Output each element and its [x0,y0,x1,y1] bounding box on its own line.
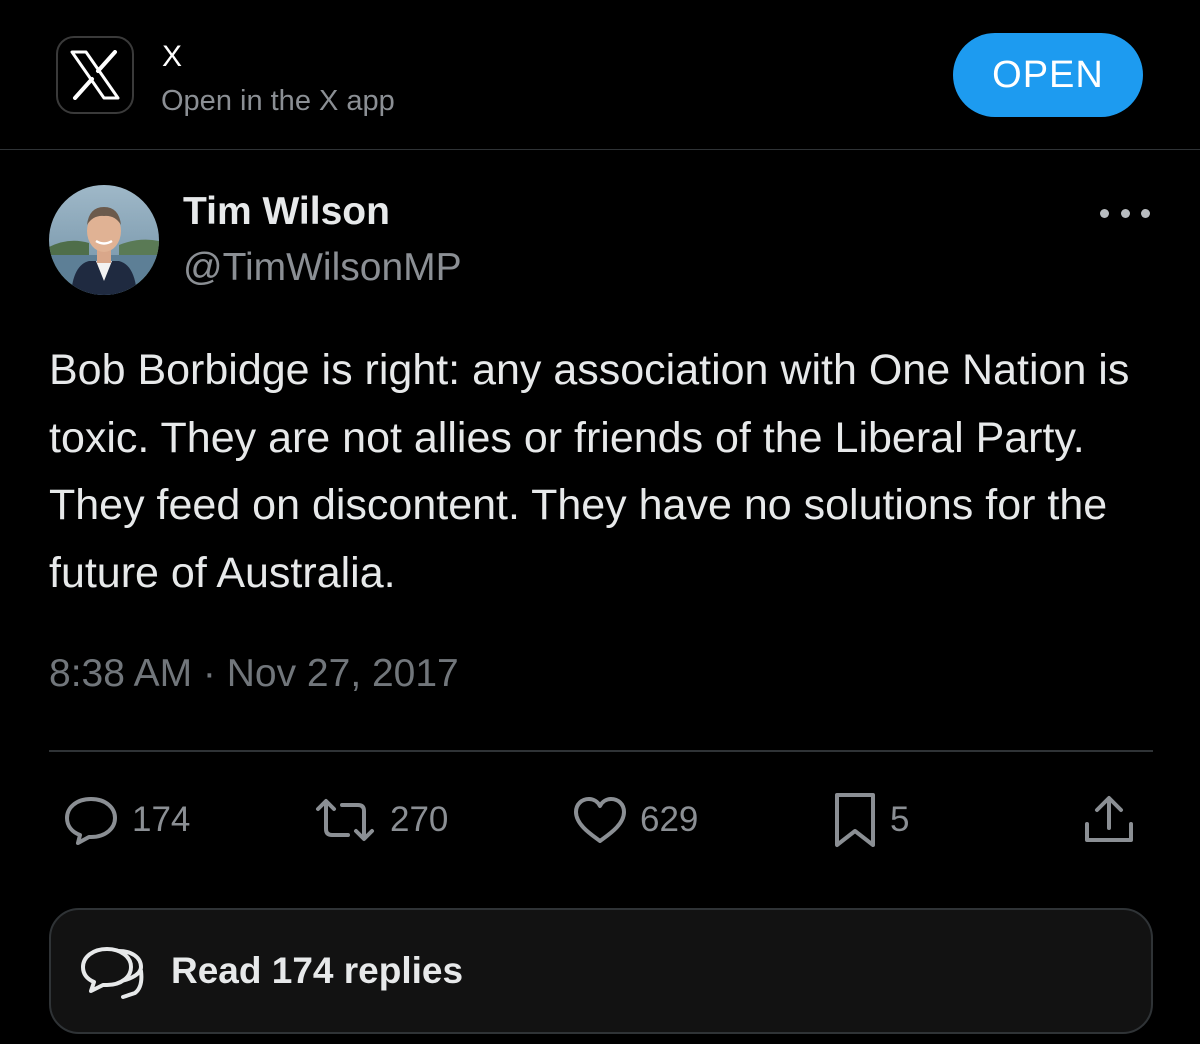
heart-icon [572,795,628,845]
reply-count: 174 [132,800,191,839]
open-app-button[interactable]: OPEN [953,33,1143,117]
read-replies-button[interactable]: Read 174 replies [49,908,1153,1034]
bookmark-button[interactable]: 5 [832,790,909,850]
share-icon [1083,794,1135,846]
repost-icon [312,795,378,845]
bookmark-icon [832,791,878,849]
author-name[interactable]: Tim Wilson [183,190,390,234]
more-options-icon[interactable] [1100,198,1150,228]
read-replies-label: Read 174 replies [171,950,464,991]
app-banner: X Open in the X app OPEN [0,0,1200,150]
reply-button[interactable]: 174 [62,790,190,850]
like-button[interactable]: 629 [572,790,698,850]
chat-bubbles-icon [77,943,149,1008]
share-button[interactable] [1083,790,1135,850]
x-logo-icon[interactable] [56,36,134,114]
avatar[interactable] [49,185,159,295]
more-dot [1120,208,1130,218]
like-count: 629 [640,800,699,839]
tweet-text: Bob Borbidge is right: any association w… [49,346,1130,597]
app-name: X [162,40,183,73]
tweet-timestamp[interactable]: 8:38 AM · Nov 27, 2017 [49,652,459,696]
repost-count: 270 [390,800,449,839]
repost-button[interactable]: 270 [312,790,448,850]
reply-icon [62,795,120,845]
author-handle[interactable]: @TimWilsonMP [183,246,462,290]
bookmark-count: 5 [890,800,910,839]
divider [49,750,1153,752]
app-subtitle: Open in the X app [161,85,395,117]
more-dot [1100,208,1109,218]
more-dot [1141,208,1150,218]
